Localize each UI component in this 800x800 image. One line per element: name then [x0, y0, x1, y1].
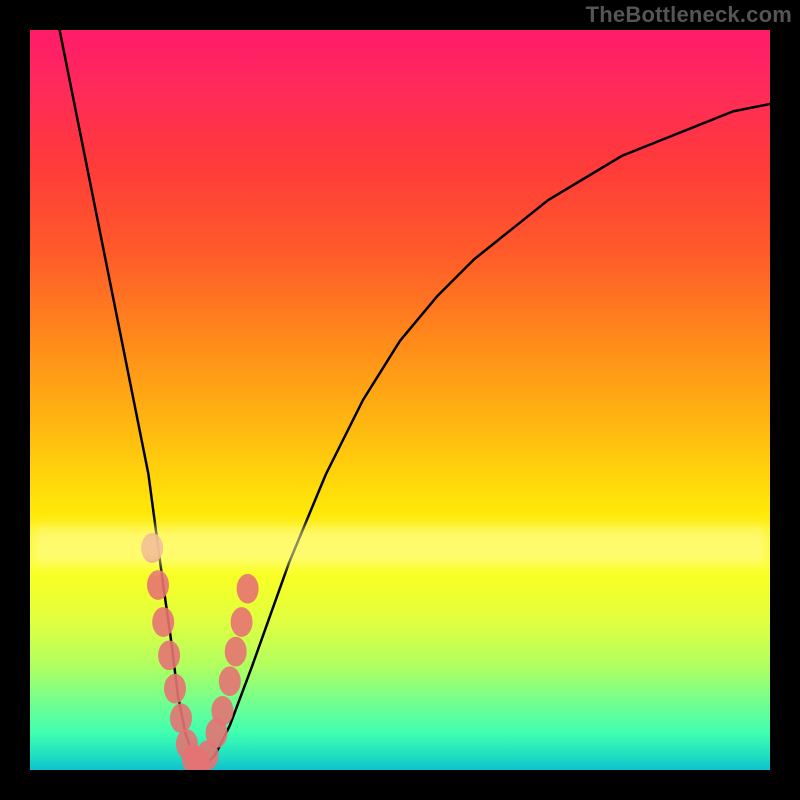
watermark-text: TheBottleneck.com [586, 2, 792, 28]
plot-area [30, 30, 770, 770]
gpu-points-group [141, 533, 259, 770]
plot-svg [30, 30, 770, 770]
gpu-point [158, 640, 180, 670]
chart-frame: TheBottleneck.com [0, 0, 800, 800]
gpu-point [237, 574, 259, 604]
gpu-point [147, 570, 169, 600]
gpu-point [141, 533, 163, 563]
gpu-point [219, 666, 241, 696]
gpu-point [164, 674, 186, 704]
gpu-point [211, 696, 233, 726]
gpu-point [231, 607, 253, 637]
gpu-point [170, 703, 192, 733]
gpu-point [225, 637, 247, 667]
gpu-point [152, 607, 174, 637]
